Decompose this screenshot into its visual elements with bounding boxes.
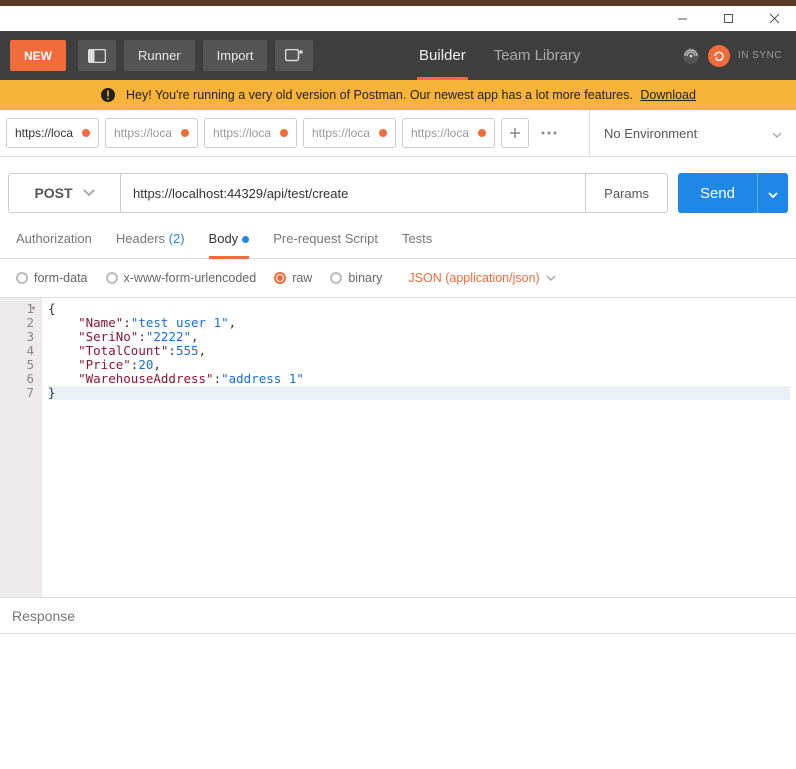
request-tab[interactable]: https://loca <box>303 118 396 148</box>
environment-selector[interactable]: No Environment <box>590 110 796 156</box>
request-tab[interactable]: https://loca <box>204 118 297 148</box>
send-dropdown-button[interactable] <box>757 173 788 213</box>
environment-label: No Environment <box>604 126 697 141</box>
request-tab[interactable]: https://loca <box>105 118 198 148</box>
dirty-dot-icon <box>379 129 387 137</box>
tab-body[interactable]: Body <box>209 231 250 258</box>
response-header: Response <box>0 597 796 633</box>
sync-status[interactable]: IN SYNC <box>682 31 786 80</box>
chevron-down-icon <box>83 189 95 197</box>
main-toolbar: NEW Runner Import Builder Team Library I… <box>0 31 796 80</box>
dirty-dot-icon <box>181 129 189 137</box>
nav-builder[interactable]: Builder <box>405 31 480 80</box>
update-banner: Hey! You're running a very old version o… <box>0 80 796 110</box>
chevron-down-icon <box>768 192 778 198</box>
import-button[interactable]: Import <box>203 40 268 71</box>
send-button[interactable]: Send <box>678 173 757 213</box>
banner-message: Hey! You're running a very old version o… <box>126 88 633 102</box>
http-method-selector[interactable]: POST <box>8 173 120 213</box>
satellite-icon <box>682 47 700 65</box>
body-editor[interactable]: 1234567 { "Name":"test user 1", "SeriNo"… <box>0 297 796 597</box>
response-label: Response <box>12 608 75 624</box>
sidebar-icon <box>88 49 106 63</box>
window-close-button[interactable] <box>768 13 780 25</box>
params-button[interactable]: Params <box>586 173 668 213</box>
request-tabs: https://loca https://loca https://loca h… <box>0 110 590 156</box>
sync-avatar-icon <box>708 45 730 67</box>
request-tab[interactable]: https://loca <box>402 118 495 148</box>
window-title-bar <box>0 6 796 31</box>
tab-headers[interactable]: Headers (2) <box>116 231 185 258</box>
dots-icon <box>541 131 557 135</box>
radio-binary[interactable]: binary <box>330 271 382 285</box>
http-method-label: POST <box>34 185 72 201</box>
banner-download-link[interactable]: Download <box>640 88 696 102</box>
tab-prerequest-script[interactable]: Pre-request Script <box>273 231 378 258</box>
radio-raw[interactable]: raw <box>274 271 312 285</box>
request-url-input[interactable] <box>120 173 586 213</box>
chevron-down-icon <box>772 126 782 141</box>
new-window-button[interactable] <box>275 40 313 71</box>
body-type-options: form-data x-www-form-urlencoded raw bina… <box>0 259 796 297</box>
new-window-icon <box>285 49 303 63</box>
dirty-dot-icon <box>82 129 90 137</box>
dirty-dot-icon <box>478 129 486 137</box>
request-section-tabs: Authorization Headers (2) Body Pre-reque… <box>0 213 796 259</box>
nav-team-library[interactable]: Team Library <box>480 31 595 80</box>
new-button[interactable]: NEW <box>10 40 66 71</box>
sync-label: IN SYNC <box>738 50 782 61</box>
window-maximize-button[interactable] <box>722 13 734 25</box>
window-minimize-button[interactable] <box>676 13 688 25</box>
tab-authorization[interactable]: Authorization <box>16 231 92 258</box>
tabs-and-env-row: https://loca https://loca https://loca h… <box>0 110 796 157</box>
tab-overflow-button[interactable] <box>535 118 563 148</box>
plus-icon <box>509 127 521 139</box>
dirty-dot-icon <box>280 129 288 137</box>
runner-button[interactable]: Runner <box>124 40 195 71</box>
radio-urlencoded[interactable]: x-www-form-urlencoded <box>106 271 257 285</box>
tab-tests[interactable]: Tests <box>402 231 432 258</box>
editor-gutter: 1234567 <box>0 298 42 597</box>
active-dot-icon <box>242 236 249 243</box>
request-tab[interactable]: https://loca <box>6 118 99 148</box>
new-tab-button[interactable] <box>501 118 529 148</box>
warning-icon <box>100 87 116 103</box>
request-builder-row: POST Params Send <box>0 157 796 213</box>
toggle-sidebar-button[interactable] <box>78 40 116 71</box>
chevron-down-icon <box>546 275 556 281</box>
content-type-selector[interactable]: JSON (application/json) <box>408 271 555 285</box>
editor-code[interactable]: { "Name":"test user 1", "SeriNo":"2222",… <box>42 298 796 597</box>
radio-form-data[interactable]: form-data <box>16 271 88 285</box>
response-body <box>0 633 796 745</box>
